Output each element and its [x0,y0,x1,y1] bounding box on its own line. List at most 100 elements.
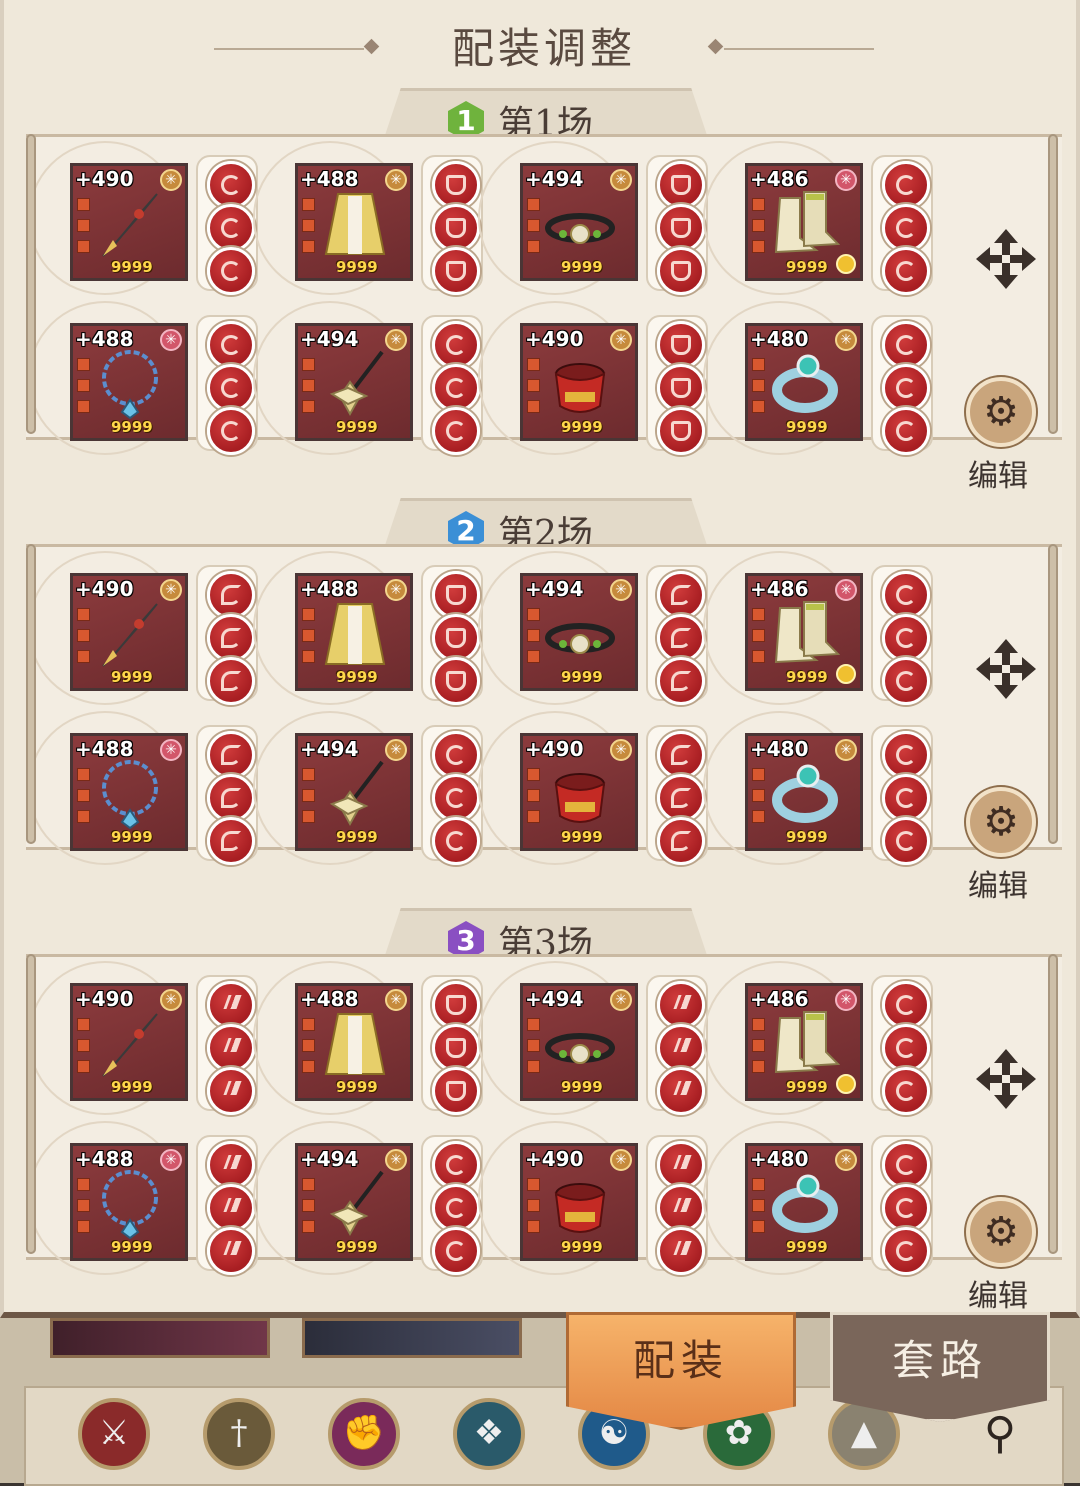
sickle-gem-icon[interactable] [882,774,930,822]
shield-gem-icon[interactable] [432,1024,480,1072]
equipment-card[interactable]: +494 ✳ 9999 [295,1143,413,1261]
equipment-card[interactable]: +488 ✳ 9999 [70,733,188,851]
sickle-gem-icon[interactable] [432,1227,480,1275]
sickle-gem-icon[interactable] [882,1184,930,1232]
move-icon[interactable] [974,637,1038,701]
sickle-gem-icon[interactable] [432,1184,480,1232]
fan-icon[interactable]: ❖ [453,1398,525,1470]
shield-gem-icon[interactable] [432,571,480,619]
equipment-card[interactable]: +494 ✳ 9999 [520,983,638,1101]
claw-gem-icon[interactable] [657,981,705,1029]
sickle-gem-icon[interactable] [207,321,255,369]
claw-gem-icon[interactable] [207,1067,255,1115]
shield-gem-icon[interactable] [657,321,705,369]
equipment-card[interactable]: +494 ✳ 9999 [295,323,413,441]
sickle-gem-icon[interactable] [207,161,255,209]
equipment-slot[interactable]: +494 ✳ 9999 [478,141,708,301]
flower-gem-icon[interactable] [207,774,255,822]
equipment-card[interactable]: +494 ✳ 9999 [520,163,638,281]
sickle-gem-icon[interactable] [432,364,480,412]
equipment-slot[interactable]: +494 ✳ 9999 [478,961,708,1121]
equipment-card[interactable]: +490 ✳ 9999 [520,323,638,441]
flower-gem-icon[interactable] [207,614,255,662]
shield-gem-icon[interactable] [657,364,705,412]
shield-gem-icon[interactable] [432,1067,480,1115]
sword-icon[interactable]: ⚔ [78,1398,150,1470]
sickle-gem-icon[interactable] [432,817,480,865]
equipment-slot[interactable]: +488 ✳ 9999 [253,141,483,301]
sickle-gem-icon[interactable] [882,1141,930,1189]
equipment-card[interactable]: +488 ✳ 9999 [70,1143,188,1261]
flower-gem-icon[interactable] [657,614,705,662]
equipment-card[interactable]: +494 ✳ 9999 [520,573,638,691]
equipment-card[interactable]: +490 ✳ 9999 [70,573,188,691]
sickle-gem-icon[interactable] [207,204,255,252]
shield-gem-icon[interactable] [657,204,705,252]
character-portrait[interactable] [50,1318,270,1358]
equipment-card[interactable]: +480 ✳ 9999 [745,733,863,851]
equipment-slot[interactable]: +494 ✳ 9999 [478,551,708,711]
equipment-card[interactable]: +486 ✳ 9999 [745,983,863,1101]
equipment-card[interactable]: +490 ✳ 9999 [520,1143,638,1261]
sickle-gem-icon[interactable] [882,407,930,455]
sickle-gem-icon[interactable] [882,657,930,705]
sickle-gem-icon[interactable] [882,321,930,369]
shield-gem-icon[interactable] [432,981,480,1029]
equipment-card[interactable]: +486 ✳ 9999 [745,163,863,281]
claw-gem-icon[interactable] [207,1141,255,1189]
shield-gem-icon[interactable] [432,247,480,295]
sickle-gem-icon[interactable] [432,731,480,779]
edit-button[interactable]: ⚙ 编辑 [962,787,1042,904]
shield-gem-icon[interactable] [432,204,480,252]
equipment-slot[interactable]: +480 ✳ 9999 [703,301,933,461]
move-icon[interactable] [974,227,1038,291]
equipment-card[interactable]: +494 ✳ 9999 [295,733,413,851]
flower-gem-icon[interactable] [657,657,705,705]
claw-gem-icon[interactable] [207,1227,255,1275]
edit-button[interactable]: ⚙ 编辑 [962,1197,1042,1314]
shield-gem-icon[interactable] [432,614,480,662]
equipment-card[interactable]: +480 ✳ 9999 [745,1143,863,1261]
equipment-slot[interactable]: +490 ✳ 9999 [478,301,708,461]
equipment-slot[interactable]: +490 ✳ 9999 [478,711,708,871]
equipment-slot[interactable]: +486 ✳ 9999 [703,961,933,1121]
sickle-gem-icon[interactable] [432,774,480,822]
shield-gem-icon[interactable] [432,657,480,705]
equipment-card[interactable]: +490 ✳ 9999 [70,163,188,281]
claw-gem-icon[interactable] [657,1024,705,1072]
edit-button[interactable]: ⚙ 编辑 [962,377,1042,494]
sickle-gem-icon[interactable] [432,321,480,369]
equipment-card[interactable]: +486 ✳ 9999 [745,573,863,691]
sickle-gem-icon[interactable] [882,817,930,865]
equipment-card[interactable]: +488 ✳ 9999 [295,163,413,281]
claw-gem-icon[interactable] [657,1141,705,1189]
claw-gem-icon[interactable] [657,1067,705,1115]
dagger-icon[interactable]: † [203,1398,275,1470]
sickle-gem-icon[interactable] [882,731,930,779]
sickle-gem-icon[interactable] [207,364,255,412]
shield-gem-icon[interactable] [432,161,480,209]
sickle-gem-icon[interactable] [882,1227,930,1275]
sickle-gem-icon[interactable] [882,161,930,209]
character-portrait[interactable] [302,1318,522,1358]
sickle-gem-icon[interactable] [882,364,930,412]
equipment-slot[interactable]: +490 ✳ 9999 [28,961,258,1121]
sickle-gem-icon[interactable] [882,204,930,252]
sickle-gem-icon[interactable] [882,247,930,295]
flower-gem-icon[interactable] [657,817,705,865]
equipment-slot[interactable]: +480 ✳ 9999 [703,1121,933,1281]
equipment-slot[interactable]: +494 ✳ 9999 [253,711,483,871]
equipment-slot[interactable]: +488 ✳ 9999 [28,1121,258,1281]
sickle-gem-icon[interactable] [432,407,480,455]
equipment-slot[interactable]: +486 ✳ 9999 [703,551,933,711]
flower-gem-icon[interactable] [207,817,255,865]
equipment-card[interactable]: +488 ✳ 9999 [295,573,413,691]
flower-gem-icon[interactable] [657,731,705,779]
equipment-card[interactable]: +488 ✳ 9999 [295,983,413,1101]
flower-gem-icon[interactable] [207,571,255,619]
claw-gem-icon[interactable] [207,981,255,1029]
equipment-slot[interactable]: +488 ✳ 9999 [28,301,258,461]
equipment-card[interactable]: +490 ✳ 9999 [70,983,188,1101]
sickle-gem-icon[interactable] [882,981,930,1029]
equipment-slot[interactable]: +494 ✳ 9999 [253,301,483,461]
